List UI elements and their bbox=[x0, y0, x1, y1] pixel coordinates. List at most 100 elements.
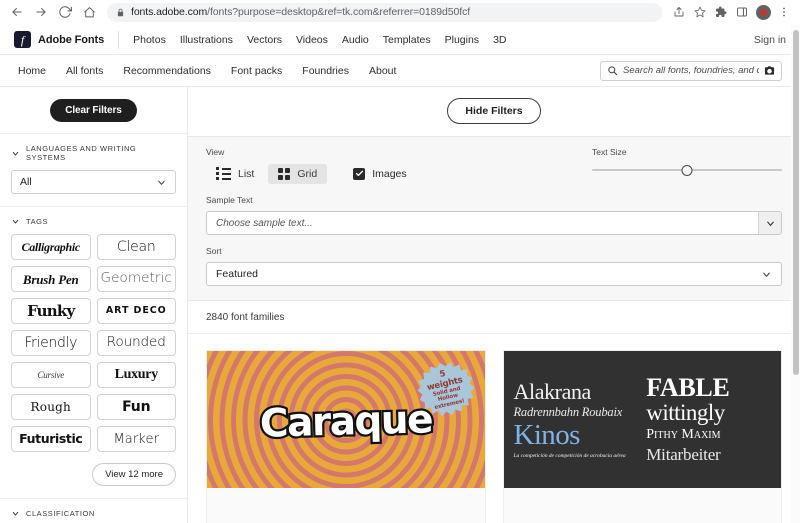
sub-nav-about[interactable]: About bbox=[369, 65, 396, 77]
filters-sidebar: Clear Filters LANGUAGES AND WRITING SYST… bbox=[0, 87, 188, 523]
languages-select-value: All bbox=[20, 176, 32, 188]
chevron-down-icon bbox=[11, 509, 20, 518]
tags-section-header[interactable]: TAGS bbox=[11, 217, 176, 226]
global-nav-videos[interactable]: Videos bbox=[296, 34, 328, 46]
tag-pill-rough[interactable]: Rough bbox=[11, 394, 91, 420]
sample-text-dropdown-button[interactable] bbox=[758, 212, 781, 234]
hide-filters-row: Hide Filters bbox=[188, 87, 800, 136]
tag-pill-fun[interactable]: Fun bbox=[96, 394, 176, 420]
camera-icon[interactable] bbox=[764, 65, 775, 76]
filter-options-panel: View List Grid Images Text Size Sample T… bbox=[188, 136, 800, 301]
text-size-group: Text Size bbox=[592, 147, 782, 177]
alakrana-right-line-4: Mitarbeiter bbox=[646, 444, 721, 464]
tag-pill-calligraphic[interactable]: Calligraphic bbox=[11, 234, 91, 260]
classification-filter-section: CLASSIFICATION bbox=[0, 499, 187, 523]
view-more-tags-button[interactable]: View 12 more bbox=[92, 463, 176, 486]
tag-pill-grid: Calligraphic Clean Brush Pen Geometric F… bbox=[11, 234, 176, 452]
clear-filters-button[interactable]: Clear Filters bbox=[50, 99, 137, 122]
url-host: fonts.adobe.com bbox=[131, 6, 208, 18]
tag-pill-friendly[interactable]: Friendly bbox=[11, 330, 91, 356]
view-more-row: View 12 more bbox=[11, 463, 176, 486]
sample-text-group: Sample Text bbox=[206, 195, 782, 235]
address-bar[interactable]: fonts.adobe.com/fonts?purpose=desktop&re… bbox=[107, 2, 662, 22]
home-button[interactable] bbox=[78, 1, 100, 23]
images-checkbox[interactable] bbox=[353, 167, 366, 180]
reload-button[interactable] bbox=[54, 1, 76, 23]
images-checkbox-group[interactable]: Images bbox=[353, 167, 407, 180]
fonts-main-content: Hide Filters View List Grid Images Text … bbox=[188, 87, 800, 523]
alakrana-line-3: Kinos bbox=[513, 419, 581, 452]
adobe-fonts-logo-icon: f bbox=[14, 31, 31, 48]
page-scrollbar[interactable] bbox=[791, 25, 800, 523]
classification-section-header[interactable]: CLASSIFICATION bbox=[11, 509, 176, 518]
view-list-button[interactable]: List bbox=[206, 163, 264, 184]
font-search-box[interactable] bbox=[600, 60, 782, 81]
global-nav-links: Photos Illustrations Vectors Videos Audi… bbox=[119, 34, 506, 46]
global-nav-plugins[interactable]: Plugins bbox=[445, 34, 479, 46]
search-input[interactable] bbox=[623, 65, 759, 76]
tag-pill-funky[interactable]: Funky bbox=[11, 298, 91, 324]
global-nav-vectors[interactable]: Vectors bbox=[247, 34, 282, 46]
languages-select[interactable]: All bbox=[11, 170, 176, 194]
share-icon[interactable] bbox=[669, 2, 689, 22]
sort-group: Sort Featured bbox=[206, 246, 782, 286]
tag-pill-futuristic[interactable]: Futuristic bbox=[11, 426, 91, 452]
tag-pill-brush-pen[interactable]: Brush Pen bbox=[11, 266, 91, 292]
tag-pill-geometric[interactable]: Geometric bbox=[96, 266, 176, 292]
font-card-caraque[interactable]: Caraque 5 weights Solid and Hollow extre… bbox=[206, 350, 486, 523]
extensions-puzzle-icon[interactable] bbox=[711, 2, 731, 22]
sub-nav-recommendations[interactable]: Recommendations bbox=[123, 65, 211, 77]
bookmark-star-icon[interactable] bbox=[690, 2, 710, 22]
global-nav-audio[interactable]: Audio bbox=[342, 34, 369, 46]
classification-section-title: CLASSIFICATION bbox=[26, 509, 95, 518]
tag-pill-luxury[interactable]: Luxury bbox=[96, 362, 176, 388]
page-scrollbar-thumb[interactable] bbox=[792, 30, 799, 375]
global-nav-photos[interactable]: Photos bbox=[133, 34, 166, 46]
sub-nav-font-packs[interactable]: Font packs bbox=[231, 65, 282, 77]
adobe-fonts-brand[interactable]: f Adobe Fonts bbox=[14, 31, 118, 48]
chevron-down-icon bbox=[156, 177, 167, 188]
view-toggle-group: List Grid Images bbox=[206, 163, 407, 184]
sub-nav-foundries[interactable]: Foundries bbox=[302, 65, 349, 77]
results-count: 2840 font families bbox=[188, 301, 800, 334]
side-panel-icon[interactable] bbox=[732, 2, 752, 22]
profile-avatar-icon[interactable] bbox=[753, 2, 773, 22]
sample-text-input[interactable] bbox=[207, 212, 758, 234]
view-grid-label: Grid bbox=[297, 167, 318, 180]
sample-text-field[interactable] bbox=[206, 211, 782, 235]
tag-pill-clean[interactable]: Clean bbox=[96, 234, 176, 260]
tag-pill-art-deco[interactable]: ART DECO bbox=[96, 298, 176, 324]
adobe-global-nav: f Adobe Fonts Photos Illustrations Vecto… bbox=[0, 25, 800, 55]
chevron-down-icon bbox=[766, 221, 774, 226]
view-grid-button[interactable]: Grid bbox=[268, 163, 328, 184]
sample-text-label: Sample Text bbox=[206, 195, 253, 205]
global-nav-illustrations[interactable]: Illustrations bbox=[180, 34, 233, 46]
tag-pill-rounded[interactable]: Rounded bbox=[96, 330, 176, 356]
sub-nav-home[interactable]: Home bbox=[18, 65, 46, 77]
forward-button[interactable] bbox=[30, 1, 52, 23]
three-dot-menu-icon[interactable] bbox=[774, 2, 794, 22]
alakrana-right-line-2: wittingly bbox=[646, 399, 725, 425]
languages-section-header[interactable]: LANGUAGES AND WRITING SYSTEMS bbox=[11, 144, 176, 162]
caraque-card-body bbox=[207, 488, 485, 523]
text-size-slider[interactable] bbox=[592, 163, 782, 177]
fonts-sub-nav: Home All fonts Recommendations Font pack… bbox=[0, 55, 800, 87]
sign-in-link[interactable]: Sign in bbox=[754, 34, 786, 46]
sort-value: Featured bbox=[216, 268, 259, 280]
page-viewport: f Adobe Fonts Photos Illustrations Vecto… bbox=[0, 25, 800, 523]
tags-filter-section: TAGS Calligraphic Clean Brush Pen Geomet… bbox=[0, 207, 187, 499]
font-card-alakrana[interactable]: Alakrana Radrennbahn Roubaix Kinos La co… bbox=[502, 350, 782, 523]
slider-thumb[interactable] bbox=[681, 164, 693, 176]
sort-select[interactable]: Featured bbox=[206, 262, 782, 286]
back-button[interactable] bbox=[6, 1, 28, 23]
view-and-size-row: View List Grid Images Text Size bbox=[206, 147, 782, 184]
tag-pill-marker[interactable]: Marker bbox=[96, 426, 176, 452]
hide-filters-button[interactable]: Hide Filters bbox=[447, 98, 541, 124]
alakrana-specimen: Alakrana Radrennbahn Roubaix Kinos La co… bbox=[503, 351, 781, 488]
sort-label: Sort bbox=[206, 246, 222, 256]
global-nav-templates[interactable]: Templates bbox=[383, 34, 431, 46]
lock-icon bbox=[116, 8, 125, 17]
global-nav-3d[interactable]: 3D bbox=[493, 34, 506, 46]
sub-nav-all-fonts[interactable]: All fonts bbox=[66, 65, 103, 77]
tag-pill-cursive[interactable]: Cursive bbox=[11, 362, 91, 388]
